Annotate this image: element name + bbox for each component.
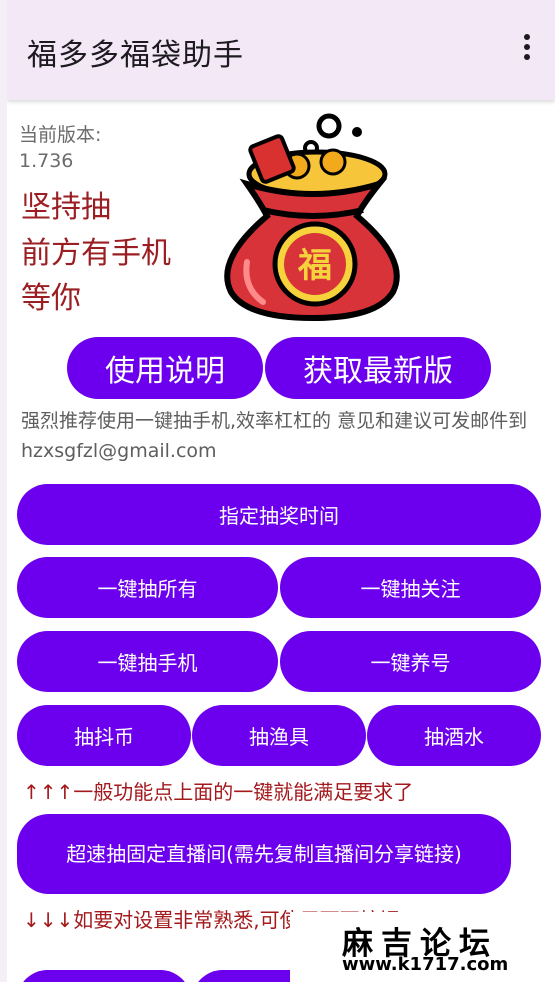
slogan-line-3: 等你: [21, 281, 81, 316]
recommendation-text: 强烈推荐使用一键抽手机,效率杠杠的 意见和建议可发邮件到 hzxsgfzl@gm…: [21, 410, 528, 462]
lucky-bag-icon: 福: [224, 113, 400, 322]
schedule-draw-time-button[interactable]: 指定抽奖时间: [17, 484, 541, 545]
draw-fishing-gear-button[interactable]: 抽渔具: [192, 705, 366, 766]
svg-text:福: 福: [297, 246, 332, 286]
hint-up-text: ↑↑↑一般功能点上面的一键就能满足要求了: [23, 780, 414, 804]
fast-draw-live-room-button[interactable]: 超速抽固定直播间(需先复制直播间分享链接): [17, 814, 511, 894]
app-bar: 福多多福袋助手: [7, 0, 555, 100]
get-latest-version-button[interactable]: 获取最新版: [265, 337, 491, 399]
instructions-button[interactable]: 使用说明: [67, 337, 263, 399]
version-label: 当前版本:: [19, 124, 102, 146]
app-title: 福多多福袋助手: [27, 38, 244, 73]
app-screen: 福多多福袋助手 当前版本: 1.736 坚持抽 前方有手机 等你 福 使用说明 …: [7, 0, 555, 982]
version-value: 1.736: [19, 150, 74, 172]
slogan-line-1: 坚持抽: [21, 190, 111, 225]
draw-douyin-coin-button[interactable]: 抽抖币: [17, 705, 191, 766]
draw-followed-button[interactable]: 一键抽关注: [280, 557, 541, 618]
bottom-button-1[interactable]: [17, 970, 191, 982]
more-vert-icon[interactable]: [521, 34, 533, 66]
slogan-line-2: 前方有手机: [21, 236, 171, 271]
forum-watermark: 麻吉论坛 www.k1717.com: [290, 912, 555, 982]
draw-all-button[interactable]: 一键抽所有: [17, 557, 278, 618]
watermark-url: www.k1717.com: [342, 954, 509, 975]
draw-liquor-button[interactable]: 抽酒水: [367, 705, 541, 766]
nurture-account-button[interactable]: 一键养号: [280, 631, 541, 692]
draw-phone-button[interactable]: 一键抽手机: [17, 631, 278, 692]
